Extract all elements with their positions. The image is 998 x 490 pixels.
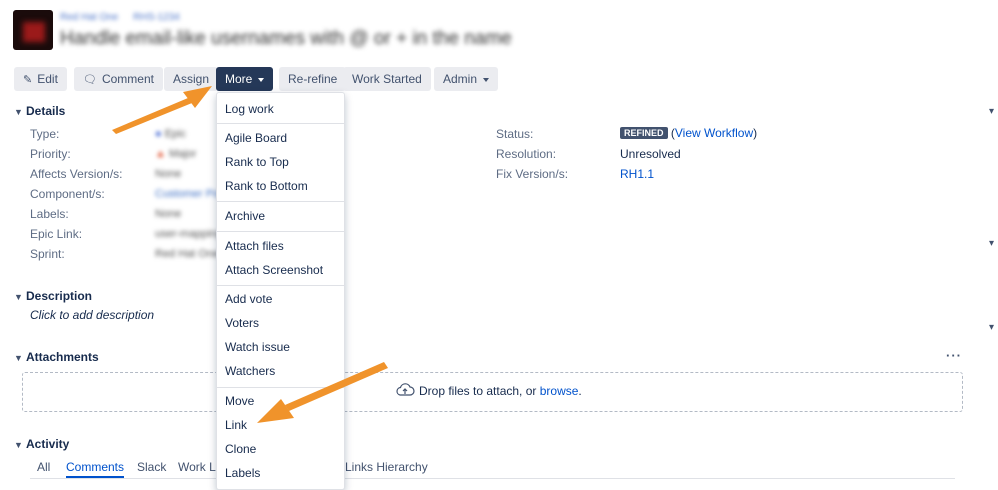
description-toggle[interactable]: ▼ Description [14,289,92,303]
tab-slack[interactable]: Slack [137,460,166,474]
menu-item-log-work[interactable]: Log work [225,102,274,116]
tab-comments[interactable]: Comments [66,460,125,478]
menu-item-attach-files[interactable]: Attach files [225,239,284,253]
menu-item-agile-board[interactable]: Agile Board [225,131,287,145]
more-button[interactable]: More [216,67,274,91]
menu-item-rank-to-top[interactable]: Rank to Top [225,155,289,169]
details-toggle[interactable]: ▼ Details [14,104,65,118]
chevron-down-icon [258,77,265,82]
sprint-label: Sprint: [30,247,65,261]
menu-item-clone[interactable]: Clone [225,442,256,456]
admin-button[interactable]: Admin [434,67,499,91]
activity-toggle[interactable]: ▼ Activity [14,437,69,451]
fix-version-label: Fix Version/s: [496,167,569,181]
description-heading: Description [26,289,93,303]
assign-button[interactable]: Assign [164,67,219,91]
browse-link[interactable]: browse [540,384,579,398]
menu-divider [217,387,344,388]
menu-item-link[interactable]: Link [225,418,247,432]
chevron-down-icon[interactable]: ▾ [989,106,994,117]
chevron-down-icon[interactable]: ▾ [989,238,994,249]
comment-label: Comment [101,72,154,86]
comment-button[interactable]: 🗨 Comment [74,67,163,91]
edit-label: Edit [37,72,58,86]
menu-item-voters[interactable]: Voters [225,316,259,330]
epic-link-value[interactable]: user-mapping [155,228,222,240]
view-workflow-link[interactable]: View Workflow [675,126,753,140]
menu-item-archive[interactable]: Archive [225,209,265,223]
project-avatar[interactable] [13,10,53,50]
details-heading: Details [26,104,66,118]
attachments-toggle[interactable]: ▼ Attachments [14,350,99,364]
edit-button[interactable]: ✎ Edit [14,67,67,91]
attachments-heading: Attachments [26,350,99,364]
menu-item-labels[interactable]: Labels [225,466,260,480]
work-started-button[interactable]: Work Started [343,67,431,91]
menu-divider [217,285,344,286]
activity-tabs-divider [30,478,955,479]
cloud-upload-icon [396,383,415,396]
chevron-down-icon[interactable]: ▾ [989,322,994,333]
pencil-icon: ✎ [23,74,33,86]
type-label: Type: [30,127,60,141]
menu-item-watchers[interactable]: Watchers [225,364,275,378]
re-refine-button[interactable]: Re-refine [279,67,347,91]
annotation-arrow-more [112,86,212,134]
status-value: REFINED (View Workflow) [620,126,757,140]
menu-divider [217,231,344,232]
status-badge: REFINED [620,127,668,139]
labels-label: Labels: [30,207,69,221]
menu-item-attach-screenshot[interactable]: Attach Screenshot [225,263,323,277]
resolution-value: Unresolved [620,147,681,161]
breadcrumb-project[interactable]: Red Hat One [60,12,118,23]
menu-item-add-vote[interactable]: Add vote [225,292,272,306]
tab-all[interactable]: All [37,460,50,474]
menu-item-move[interactable]: Move [225,394,254,408]
menu-divider [217,201,344,202]
priority-value[interactable]: ▲ Major [155,148,196,160]
chevron-down-icon: ▼ [14,440,23,450]
labels-value[interactable]: None [155,208,181,220]
chevron-down-icon: ▼ [14,107,23,117]
fix-version-link[interactable]: RH1.1 [620,167,654,181]
affects-version-value[interactable]: None [155,168,181,180]
more-options-icon[interactable]: ··· [946,348,962,363]
more-dropdown-menu: Log work Agile Board Rank to Top Rank to… [216,92,345,490]
breadcrumb: Red Hat One RHS-1234 [60,12,192,23]
chevron-down-icon: ▼ [14,292,23,302]
component-label: Component/s: [30,187,105,201]
drop-files-text: Drop files to attach, or [419,384,540,398]
tab-links-hierarchy[interactable]: Links Hierarchy [345,460,428,474]
epic-link-label: Epic Link: [30,227,83,241]
activity-heading: Activity [26,437,70,451]
admin-label: Admin [443,72,478,86]
menu-item-rank-to-bottom[interactable]: Rank to Bottom [225,179,308,193]
breadcrumb-issue-key[interactable]: RHS-1234 [133,12,180,23]
status-label: Status: [496,127,534,141]
issue-title[interactable]: Handle email-like usernames with @ or + … [60,28,512,50]
description-placeholder[interactable]: Click to add description [30,308,154,322]
resolution-label: Resolution: [496,147,557,161]
menu-divider [217,123,344,124]
priority-label: Priority: [30,147,71,161]
type-value[interactable]: ● Epic [155,128,186,140]
chevron-down-icon [483,77,490,82]
dropzone-text: Drop files to attach, or browse. [395,383,582,398]
more-label: More [225,72,253,86]
affects-version-label: Affects Version/s: [30,167,123,181]
comment-icon: 🗨 [83,74,97,86]
chevron-down-icon: ▼ [14,353,23,363]
menu-item-watch-issue[interactable]: Watch issue [225,340,290,354]
